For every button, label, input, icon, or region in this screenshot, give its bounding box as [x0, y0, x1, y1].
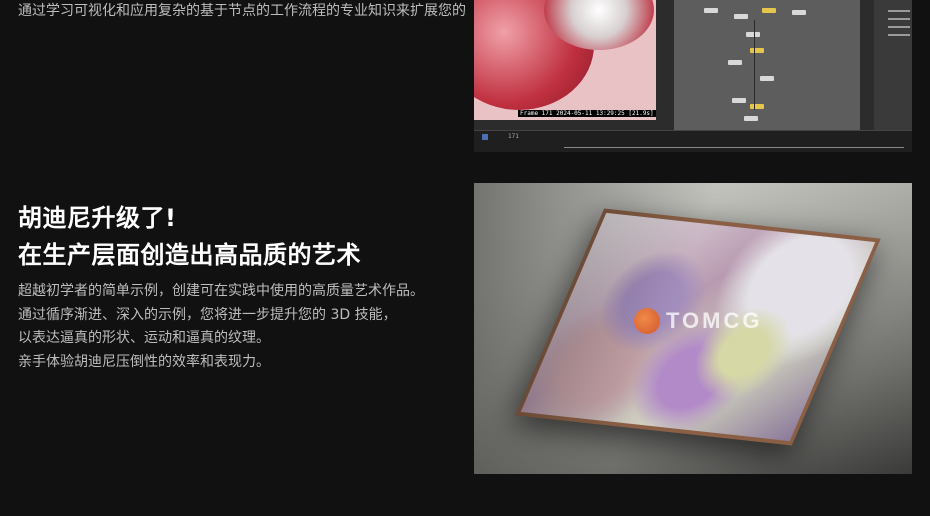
section-title-line1: 胡迪尼升级了! — [18, 204, 177, 232]
intro-text: 通过学习可视化和应用复杂的基于节点的工作流程的专业知识来扩展您的 — [18, 3, 466, 19]
section-title-line2: 在生产层面创造出高品质的艺术 — [18, 241, 361, 269]
graph-node — [732, 98, 746, 103]
houdini-screenshot: Frame 171 2024-05-11 13:29:25 [21.9s] 17… — [474, 0, 912, 152]
render-viewport: Frame 171 2024-05-11 13:29:25 [21.9s] — [474, 0, 656, 120]
watermark-logo: TOMCG — [634, 308, 762, 334]
description-line: 亲手体验胡迪尼压倒性的效率和表现力。 — [18, 353, 270, 370]
graph-node — [760, 76, 774, 81]
terrain-artwork-image: TOMCG — [474, 183, 912, 474]
timeline-track — [564, 147, 904, 148]
node-wire — [754, 20, 755, 110]
graph-node — [792, 10, 806, 15]
watermark-text: TOMCG — [666, 308, 763, 333]
graph-node — [762, 8, 776, 13]
section-description: 超越初学者的简单示例，创建可在实践中使用的高质量艺术作品。 通过循序渐进、深入的… — [18, 280, 458, 374]
panel-row — [888, 18, 910, 20]
graph-node — [734, 14, 748, 19]
node-graph — [674, 0, 860, 130]
graph-node — [728, 60, 742, 65]
logo-mark-icon — [634, 308, 660, 334]
timeline: 171 — [474, 130, 912, 152]
graph-node — [750, 104, 764, 109]
graph-node — [704, 8, 718, 13]
panel-row — [888, 10, 910, 12]
description-line: 超越初学者的简单示例，创建可在实践中使用的高质量艺术作品。 — [18, 283, 424, 299]
parameter-panel — [874, 0, 912, 130]
frame-status: Frame 171 2024-05-11 13:29:25 [21.9s] — [518, 110, 656, 117]
description-line: 通过循序渐进、深入的示例，您将进一步提升您的 3D 技能， — [18, 306, 397, 323]
graph-node — [746, 32, 760, 37]
description-line: 以表达逼真的形状、运动和逼真的纹理。 — [18, 330, 270, 346]
graph-node — [744, 116, 758, 121]
graph-node — [750, 48, 764, 53]
frame-counter: 171 — [508, 133, 519, 140]
panel-row — [888, 34, 910, 36]
panel-row — [888, 26, 910, 28]
play-icon — [482, 134, 488, 140]
